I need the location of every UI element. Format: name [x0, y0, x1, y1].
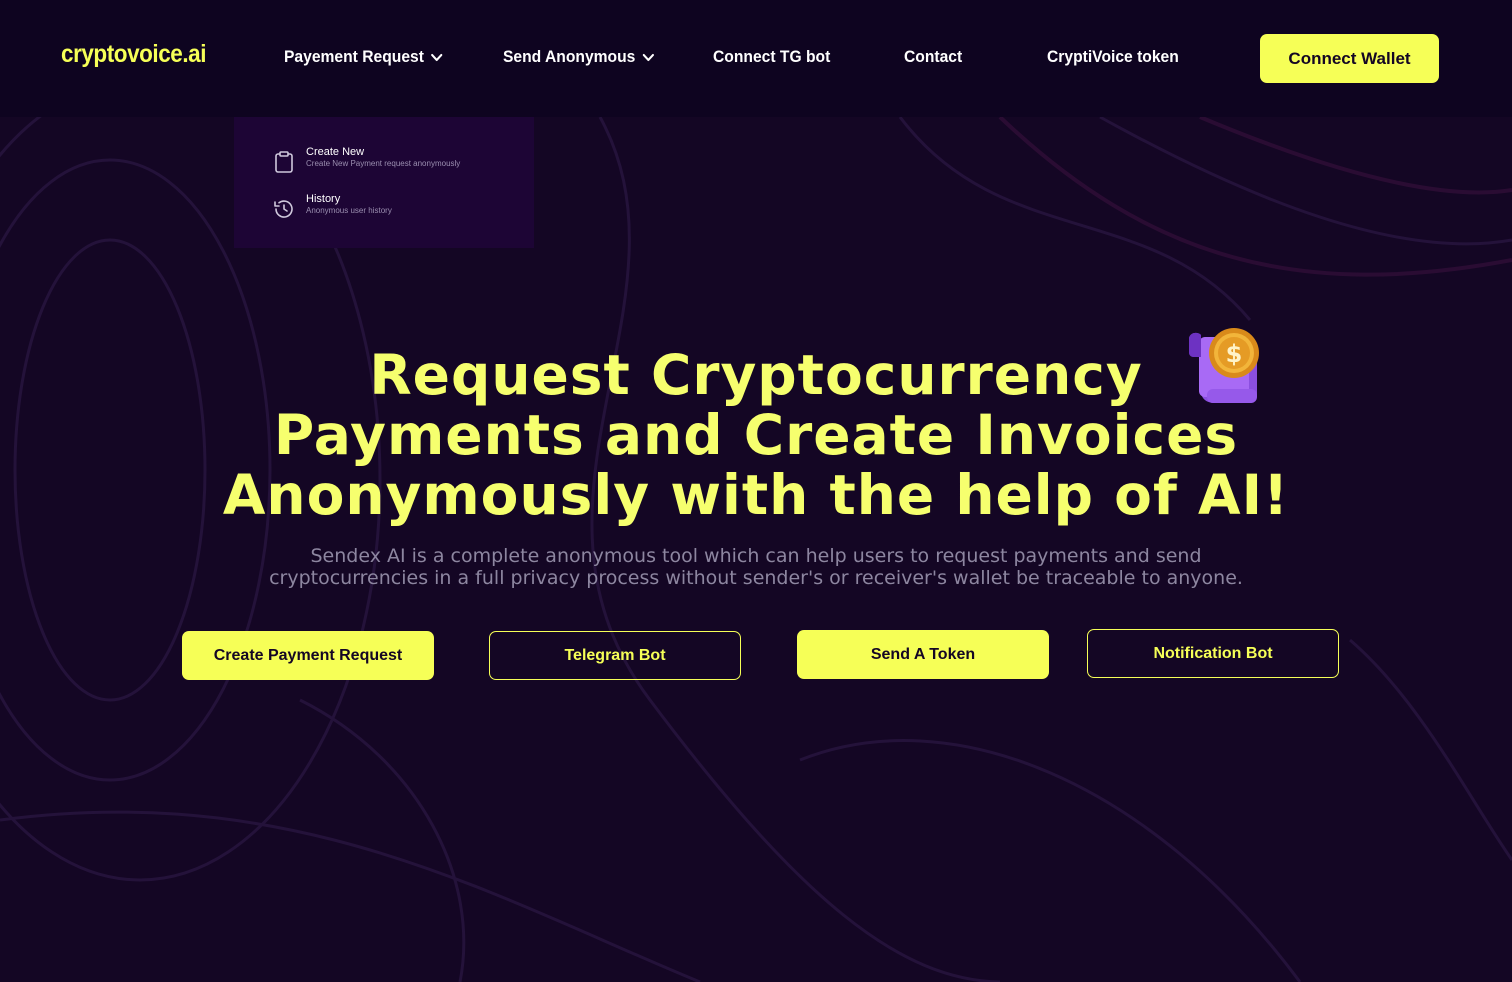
clipboard-icon: [275, 151, 293, 173]
dropdown-item-title: History: [306, 193, 341, 205]
nav-contact[interactable]: Contact: [904, 47, 962, 67]
nav-send-anonymous-label: Send Anonymous: [503, 47, 636, 66]
nav-payment-request-label: Payement Request: [284, 47, 424, 66]
site-logo[interactable]: cryptovoice.ai: [61, 40, 206, 69]
hero-description: Sendex AI is a complete anonymous tool w…: [150, 545, 1362, 589]
chevron-down-icon: [642, 53, 654, 62]
history-icon: [274, 200, 293, 218]
hero-heading: Request Cryptocurrency Payments and Crea…: [0, 345, 1512, 525]
hero-description-line: Sendex AI is a complete anonymous tool w…: [310, 545, 1202, 567]
notification-bot-button[interactable]: Notification Bot: [1087, 629, 1339, 678]
telegram-bot-button[interactable]: Telegram Bot: [489, 631, 741, 680]
dropdown-item-title: Create New: [306, 146, 365, 158]
connect-wallet-button[interactable]: Connect Wallet: [1260, 34, 1439, 83]
nav-payment-request[interactable]: Payement Request: [284, 47, 444, 67]
hero-heading-line: Request Cryptocurrency: [369, 343, 1143, 407]
nav-connect-tg-bot[interactable]: Connect TG bot: [713, 47, 830, 67]
send-a-token-button[interactable]: Send A Token: [797, 630, 1049, 679]
dropdown-item-create-new[interactable]: Create New Create New Payment request an…: [272, 146, 460, 174]
dropdown-item-subtitle: Create New Payment request anonymously: [306, 159, 461, 168]
hero-heading-line: Anonymously with the help of AI!: [222, 463, 1290, 527]
payment-request-dropdown-menu: Create New Create New Payment request an…: [234, 117, 534, 248]
top-navigation-bar: cryptovoice.ai Payement Request Send Ano…: [0, 0, 1512, 117]
nav-send-anonymous[interactable]: Send Anonymous: [503, 47, 656, 67]
hero-description-line: cryptocurrencies in a full privacy proce…: [269, 567, 1243, 589]
svg-text:$: $: [1226, 340, 1243, 368]
nav-cryptivoice-token[interactable]: CryptiVoice token: [1047, 47, 1179, 67]
dropdown-item-history[interactable]: History Anonymous user history: [272, 193, 392, 221]
dropdown-item-subtitle: Anonymous user history: [306, 206, 392, 215]
chevron-down-icon: [431, 53, 443, 62]
invoice-scroll-coin-icon: $: [1189, 328, 1259, 403]
create-payment-request-button[interactable]: Create Payment Request: [182, 631, 434, 680]
hero-heading-line: Payments and Create Invoices: [273, 403, 1239, 467]
